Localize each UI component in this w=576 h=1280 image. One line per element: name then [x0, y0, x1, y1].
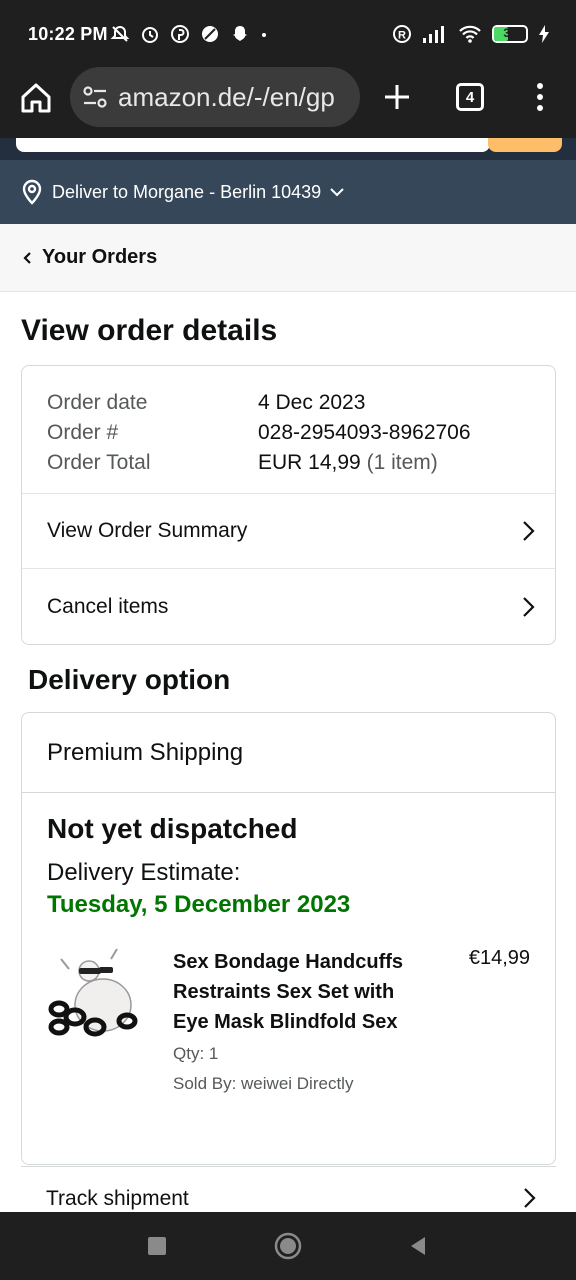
registered-icon: R	[393, 25, 411, 43]
browser-toolbar: amazon.de/-/en/gp 4	[0, 66, 576, 138]
product-name-link[interactable]: Sex Bondage Handcuffs Restraints Sex Set…	[173, 947, 423, 1037]
breadcrumb[interactable]: Your Orders	[0, 224, 576, 292]
order-item: Sex Bondage Handcuffs Restraints Sex Set…	[47, 947, 530, 1099]
status-left-icons	[110, 24, 268, 44]
more-menu-icon[interactable]	[530, 80, 550, 114]
cancel-items-link[interactable]: Cancel items	[22, 569, 555, 644]
home-icon[interactable]	[18, 80, 54, 116]
view-order-summary-link[interactable]: View Order Summary	[22, 494, 555, 569]
product-details: Sex Bondage Handcuffs Restraints Sex Set…	[173, 947, 423, 1099]
delivery-estimate-label: Delivery Estimate:	[47, 859, 241, 886]
shipment-status: Not yet dispatched	[47, 813, 298, 844]
chevron-right-icon	[523, 521, 535, 541]
charging-icon	[539, 25, 549, 43]
tab-switcher-button[interactable]: 4	[456, 83, 484, 111]
battery-icon: 35	[492, 25, 528, 43]
order-info-card: Order date 4 Dec 2023 Order # 028-295409…	[21, 365, 556, 645]
shipping-method: Premium Shipping	[22, 713, 555, 793]
chevron-right-icon	[524, 1188, 536, 1208]
deliver-to-text: Deliver to Morgane - Berlin 10439	[52, 181, 322, 202]
breadcrumb-your-orders[interactable]: Your Orders	[42, 246, 157, 269]
chevron-right-icon	[523, 596, 535, 617]
chevron-left-icon	[23, 251, 31, 264]
status-bar: 10:22 PM R 35	[0, 0, 576, 66]
shipment-card: Premium Shipping Not yet dispatched Deli…	[21, 712, 556, 1165]
deliver-to-bar[interactable]: Deliver to Morgane - Berlin 10439	[0, 160, 576, 224]
track-shipment-link[interactable]: Track shipment	[21, 1166, 556, 1212]
pinterest-icon	[171, 25, 189, 43]
cancel-items-label: Cancel items	[47, 594, 169, 618]
delivery-option-heading: Delivery option	[28, 664, 231, 695]
home-button[interactable]	[274, 1232, 302, 1260]
url-text: amazon.de/-/en/gp	[118, 81, 335, 112]
order-total-items: (1 item)	[366, 451, 438, 474]
order-date-label: Order date	[47, 391, 148, 414]
search-button[interactable]	[488, 138, 562, 152]
order-total-value: EUR 14,99 (1 item)	[258, 448, 438, 478]
status-right-icons: R 35	[392, 24, 550, 44]
order-date-row: Order date 4 Dec 2023	[47, 388, 530, 418]
recents-button[interactable]	[148, 1237, 166, 1255]
order-number-row: Order # 028-2954093-8962706	[47, 418, 530, 448]
tab-count: 4	[465, 88, 475, 106]
back-button[interactable]	[408, 1236, 428, 1256]
mute-icon	[110, 25, 130, 42]
location-pin-icon	[22, 179, 42, 205]
signal-icon	[423, 26, 444, 43]
delivery-estimate-date: Tuesday, 5 December 2023	[47, 891, 351, 918]
wifi-icon	[459, 25, 481, 43]
chevron-down-icon	[330, 188, 344, 197]
order-total-amount: EUR 14,99	[258, 451, 361, 474]
new-tab-icon[interactable]	[380, 80, 414, 114]
order-number-label: Order #	[47, 421, 119, 444]
site-settings-icon[interactable]	[82, 84, 108, 110]
product-qty: Qty: 1	[173, 1044, 219, 1063]
dot-icon	[262, 33, 266, 37]
product-image[interactable]	[47, 947, 143, 1047]
track-shipment-label: Track shipment	[46, 1187, 189, 1210]
svg-text:R: R	[398, 30, 406, 42]
order-number-value: 028-2954093-8962706	[258, 421, 471, 444]
app-icon	[202, 26, 218, 42]
order-total-row: Order Total EUR 14,99 (1 item)	[47, 448, 530, 478]
view-order-summary-label: View Order Summary	[47, 519, 248, 542]
snapchat-icon	[233, 26, 247, 41]
system-nav-bar	[0, 1212, 576, 1280]
amazon-header	[0, 138, 576, 160]
product-price: €14,99	[468, 947, 530, 969]
order-total-label: Order Total	[47, 451, 151, 474]
search-input[interactable]	[16, 138, 490, 152]
battery-level: 35	[503, 26, 517, 40]
address-bar[interactable]: amazon.de/-/en/gp	[70, 67, 360, 127]
shipment-details: Not yet dispatched Delivery Estimate: Tu…	[22, 793, 555, 1099]
alarm-icon	[142, 27, 158, 43]
order-info: Order date 4 Dec 2023 Order # 028-295409…	[22, 366, 555, 494]
page-title: View order details	[21, 314, 278, 347]
status-time: 10:22 PM	[28, 24, 108, 44]
order-date-value: 4 Dec 2023	[258, 391, 366, 414]
product-seller: Sold By: weiwei Directly	[173, 1074, 354, 1093]
